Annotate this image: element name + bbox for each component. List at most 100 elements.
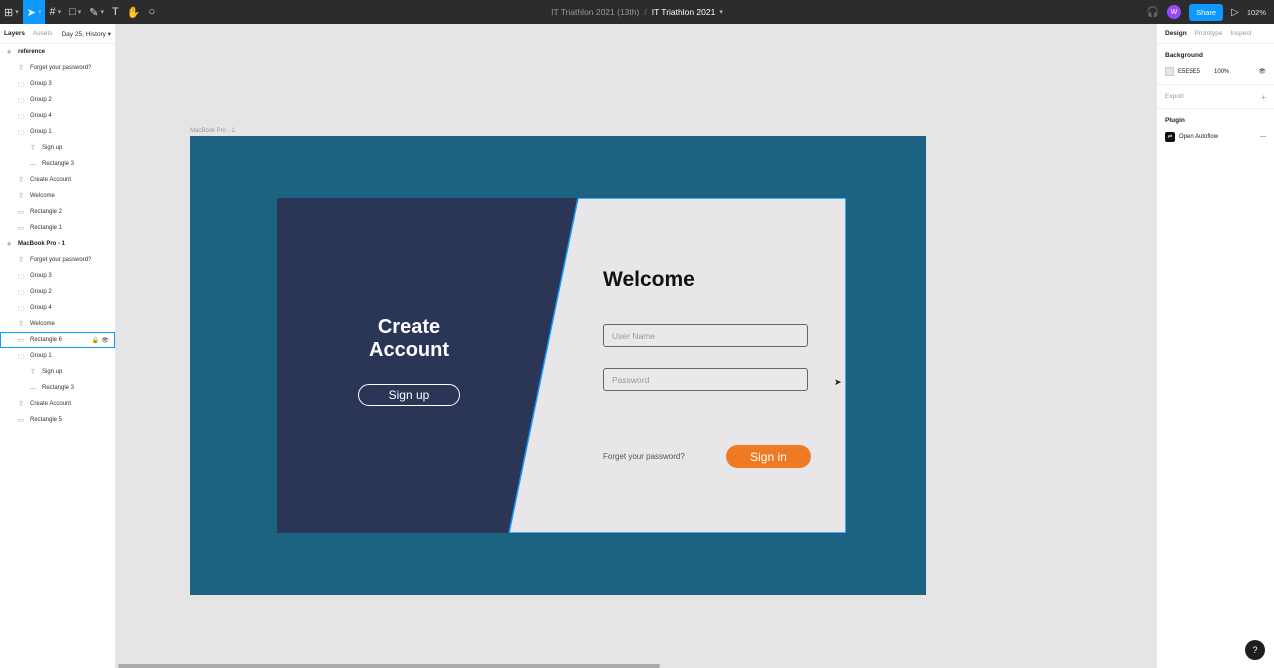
- layer-label: Welcome: [30, 193, 55, 199]
- layer-item[interactable]: — Rectangle 3: [0, 156, 115, 172]
- layer-item[interactable]: # reference: [0, 44, 115, 60]
- layer-item[interactable]: # MacBook Pro - 1: [0, 236, 115, 252]
- tab-prototype[interactable]: Prototype: [1195, 30, 1223, 37]
- move-tool-button[interactable]: ➤ ▾: [22, 0, 46, 24]
- background-opacity-input[interactable]: 100%: [1214, 69, 1229, 75]
- left-panel-tabs: Layers Assets Day 25, History ▾: [0, 24, 115, 44]
- horizontal-scrollbar[interactable]: [118, 664, 660, 668]
- file-name[interactable]: IT Triathlon 2021: [652, 7, 716, 17]
- sign-in-button[interactable]: Sign in: [726, 445, 811, 468]
- layer-item[interactable]: — Rectangle 3: [0, 380, 115, 396]
- hand-tool-button[interactable]: ✋: [123, 0, 145, 24]
- layer-item[interactable]: ⬚ Group 4: [0, 108, 115, 124]
- project-name[interactable]: IT Triathlon 2021 (13th): [551, 7, 639, 17]
- layer-item[interactable]: T Welcome: [0, 316, 115, 332]
- cursor-icon: ➤: [26, 6, 36, 19]
- layer-label: Group 2: [30, 289, 52, 295]
- layer-label: Rectangle 5: [30, 417, 63, 423]
- layer-item[interactable]: T Create Account: [0, 172, 115, 188]
- artboard-frame[interactable]: Create Account Sign up Welcome User Name…: [190, 136, 926, 595]
- tab-inspect[interactable]: Inspect: [1231, 30, 1252, 37]
- background-hex-input[interactable]: E5E5E5: [1178, 69, 1200, 75]
- tab-design[interactable]: Design: [1165, 30, 1187, 37]
- present-play-icon[interactable]: ▷: [1231, 7, 1239, 18]
- layer-label: Group 4: [30, 113, 52, 119]
- layer-label: Rectangle 1: [30, 225, 63, 231]
- comment-tool-button[interactable]: ○: [144, 0, 159, 24]
- sign-up-button[interactable]: Sign up: [358, 384, 460, 406]
- layer-item[interactable]: ⬚ Group 2: [0, 92, 115, 108]
- background-section: Background E5E5E5 100% 👁: [1157, 44, 1274, 85]
- layer-item[interactable]: T Sign up: [0, 364, 115, 380]
- avatar[interactable]: W: [1167, 5, 1182, 19]
- layer-label: Sign up: [42, 369, 63, 375]
- layer-item[interactable]: ⬚ Group 1: [0, 124, 115, 140]
- layer-frame-icon: #: [7, 240, 11, 248]
- zoom-level[interactable]: 102%: [1247, 8, 1266, 17]
- layer-rect-icon: ▭: [17, 337, 25, 344]
- layer-label: Create Account: [30, 177, 72, 183]
- remove-plugin-icon[interactable]: —: [1260, 134, 1266, 140]
- share-button[interactable]: Share: [1189, 3, 1224, 21]
- tab-layers[interactable]: Layers: [4, 30, 25, 37]
- layer-label: Create Account: [30, 401, 72, 407]
- text-tool-button[interactable]: T: [108, 0, 123, 24]
- layer-text-icon: T: [19, 192, 23, 200]
- frame-label[interactable]: MacBook Pro - 1: [190, 128, 235, 134]
- layer-item[interactable]: ▭ Rectangle 5: [0, 412, 115, 428]
- layer-line-icon: —: [29, 160, 37, 168]
- layer-label: Rectangle 2: [30, 209, 63, 215]
- layer-item[interactable]: T Forget your password?: [0, 252, 115, 268]
- layer-text-icon: T: [19, 176, 23, 184]
- lock-icon[interactable]: 🔓: [92, 337, 99, 344]
- login-card[interactable]: Create Account Sign up Welcome User Name…: [277, 198, 846, 533]
- autoflow-plugin-icon: ⇄: [1165, 132, 1175, 142]
- layer-item[interactable]: ▭ Rectangle 2: [0, 204, 115, 220]
- card-shapes: [277, 198, 846, 533]
- layer-item[interactable]: ▭ Rectangle 1: [0, 220, 115, 236]
- layer-item[interactable]: ⬚ Group 4: [0, 300, 115, 316]
- layer-item[interactable]: ⬚ Group 3: [0, 76, 115, 92]
- layer-rect-icon: ▭: [17, 209, 25, 216]
- layer-item[interactable]: T Create Account: [0, 396, 115, 412]
- add-export-icon[interactable]: +: [1261, 93, 1266, 102]
- dark-panel-shape[interactable]: [277, 198, 578, 533]
- frame-tool-button[interactable]: # ▾: [45, 0, 65, 24]
- layers-panel: Layers Assets Day 25, History ▾ # referen…: [0, 24, 116, 668]
- create-account-heading: Create Account: [369, 316, 449, 361]
- shape-tool-button[interactable]: □ ▾: [65, 0, 85, 24]
- design-canvas[interactable]: MacBook Pro - 1 Create Account Sign up W…: [116, 24, 1156, 668]
- layer-item[interactable]: ⬚ Group 3: [0, 268, 115, 284]
- help-button[interactable]: ?: [1245, 640, 1265, 660]
- main-menu-button[interactable]: ⊞ ▾: [0, 0, 23, 24]
- layer-group-icon: ⬚: [17, 97, 25, 104]
- mouse-cursor-icon: ➤: [834, 377, 842, 387]
- password-field[interactable]: Password: [603, 368, 808, 391]
- background-color-swatch[interactable]: [1165, 67, 1174, 76]
- username-field[interactable]: User Name: [603, 324, 808, 347]
- pen-tool-button[interactable]: ✎ ▾: [85, 0, 108, 24]
- page-selector[interactable]: Day 25, History ▾: [61, 30, 111, 38]
- layer-label: Welcome: [30, 321, 55, 327]
- layer-item[interactable]: ⬚ Group 1: [0, 348, 115, 364]
- plugin-row[interactable]: ⇄ Open Autoflow —: [1165, 132, 1266, 142]
- plugin-name[interactable]: Open Autoflow: [1179, 134, 1218, 140]
- eye-icon[interactable]: 👁: [101, 337, 109, 344]
- headphones-icon[interactable]: 🎧: [1147, 7, 1159, 18]
- layer-item[interactable]: ⬚ Group 2: [0, 284, 115, 300]
- layer-item[interactable]: ▭ Rectangle 6 🔓 👁: [0, 332, 115, 348]
- tab-assets[interactable]: Assets: [33, 30, 53, 37]
- layer-item[interactable]: T Sign up: [0, 140, 115, 156]
- layer-item[interactable]: T Forget your password?: [0, 60, 115, 76]
- forgot-password-link[interactable]: Forget your password?: [603, 452, 685, 461]
- export-section: Export +: [1157, 85, 1274, 109]
- top-toolbar: ⊞ ▾ ➤ ▾ # ▾ □ ▾ ✎ ▾ T ✋ ○ IT Triathlon 2021 (…: [0, 0, 1274, 24]
- layer-group-icon: ⬚: [17, 129, 25, 136]
- layer-label: MacBook Pro - 1: [18, 241, 66, 247]
- eye-icon[interactable]: 👁: [1258, 68, 1266, 75]
- layer-group-icon: ⬚: [17, 353, 25, 360]
- layer-label: Group 1: [30, 129, 52, 135]
- layer-item[interactable]: T Welcome: [0, 188, 115, 204]
- layer-text-icon: T: [19, 256, 23, 264]
- chevron-down-icon[interactable]: ▾: [719, 8, 723, 16]
